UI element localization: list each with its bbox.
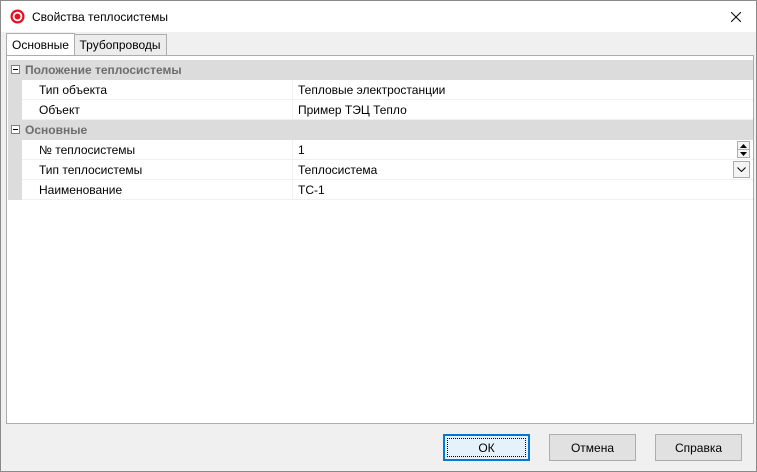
help-button[interactable]: Справка [655,434,742,461]
chevron-down-icon [740,151,747,156]
dialog-window: Свойства теплосистемы Основные Трубопров… [0,0,757,472]
property-name: Наименование [39,183,123,197]
close-icon [731,11,741,22]
property-name: № теплосистемы [39,143,136,157]
collapse-icon[interactable] [11,65,20,74]
ok-button[interactable]: ОК [443,434,530,461]
tab-pipelines[interactable]: Трубопроводы [73,34,167,55]
property-row-object-type[interactable]: Тип объекта Тепловые электростанции [8,80,753,100]
category-main[interactable]: Основные [8,120,753,140]
spin-up-button[interactable] [738,142,749,150]
name-input[interactable]: ТС-1 [298,183,325,197]
tab-panel: Положение теплосистемы Тип объекта Тепло… [6,55,754,424]
dropdown-button[interactable] [733,161,750,178]
collapse-icon[interactable] [11,125,20,134]
tab-main[interactable]: Основные [6,33,75,55]
app-icon [10,9,25,24]
cancel-button[interactable]: Отмена [549,434,636,461]
property-name: Тип объекта [39,83,108,97]
property-row-object[interactable]: Объект Пример ТЭЦ Тепло [8,100,753,120]
chevron-up-icon [740,143,747,148]
number-spinner[interactable] [737,141,750,158]
tab-strip: Основные Трубопроводы [6,33,754,56]
category-label: Положение теплосистемы [25,63,182,77]
category-label: Основные [25,123,88,137]
property-name: Тип теплосистемы [39,163,143,177]
close-button[interactable] [716,1,756,32]
property-value[interactable]: Пример ТЭЦ Тепло [298,103,407,117]
window-title: Свойства теплосистемы [32,10,168,24]
spin-down-button[interactable] [738,150,749,157]
property-grid: Положение теплосистемы Тип объекта Тепло… [8,60,753,200]
category-position[interactable]: Положение теплосистемы [8,60,753,80]
property-row-system-number[interactable]: № теплосистемы 1 [8,140,753,160]
chevron-down-icon [737,167,746,172]
title-bar[interactable]: Свойства теплосистемы [1,1,756,32]
system-number-input[interactable]: 1 [298,143,305,157]
property-row-system-type[interactable]: Тип теплосистемы Теплосистема [8,160,753,180]
system-type-select[interactable]: Теплосистема [298,163,377,177]
property-value[interactable]: Тепловые электростанции [298,83,445,97]
property-name: Объект [39,103,80,117]
property-row-name[interactable]: Наименование ТС-1 [8,180,753,200]
